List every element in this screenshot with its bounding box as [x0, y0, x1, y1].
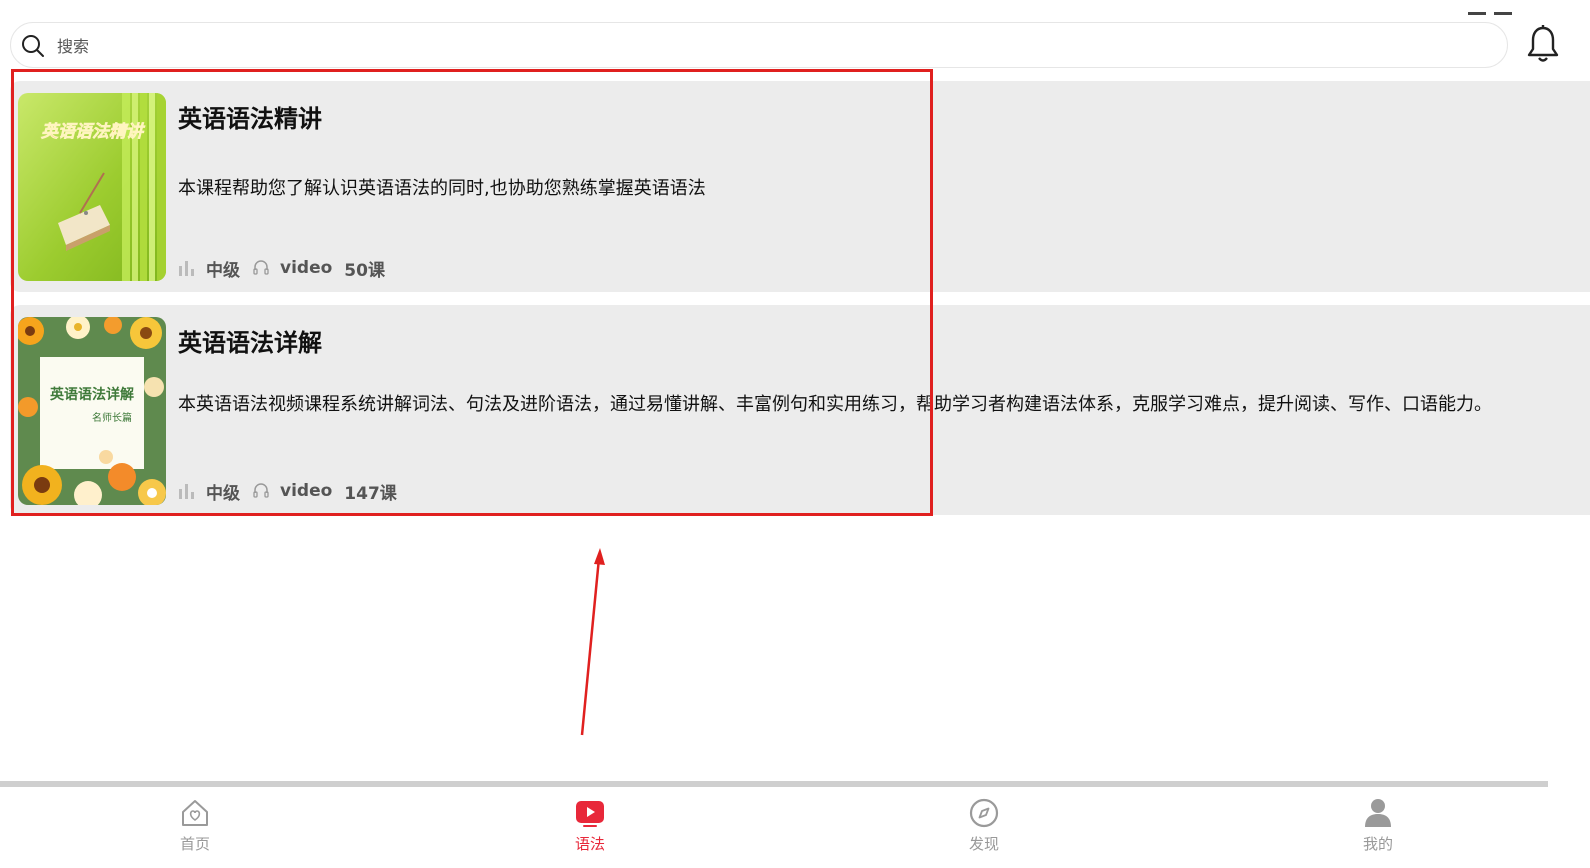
course-description: 本英语语法视频课程系统讲解词法、句法及进阶语法，通过易懂讲解、丰富例句和实用练习…: [178, 394, 1492, 415]
course-level: 中级: [206, 483, 240, 504]
compass-icon: [969, 798, 999, 828]
lesson-count: 147课: [344, 483, 397, 504]
svg-text:英语语法精讲: 英语语法精讲: [40, 122, 146, 142]
course-level: 中级: [206, 260, 240, 281]
tab-label: 我的: [1362, 835, 1393, 853]
course-type: video: [280, 258, 333, 278]
headphones-icon: [253, 483, 269, 498]
lesson-count: 50课: [344, 260, 385, 281]
search-icon: [22, 35, 44, 57]
level-bars-icon: [179, 484, 194, 499]
course-cover: 英语语法精讲: [18, 93, 166, 281]
top-bar: [0, 0, 1590, 80]
course-cover: 英语语法详解 名师长篇: [18, 317, 166, 505]
tab-label: 发现: [968, 835, 999, 853]
course-title: 英语语法精讲: [178, 105, 322, 133]
user-icon: [1365, 799, 1391, 827]
search-input[interactable]: [55, 29, 1459, 63]
status-bar-fragment: [1468, 0, 1538, 15]
svg-text:英语语法详解: 英语语法详解: [49, 386, 134, 403]
headphones-icon: [253, 260, 269, 275]
svg-text:名师长篇: 名师长篇: [92, 411, 132, 424]
course-description: 本课程帮助您了解认识英语语法的同时,也协助您熟练掌握英语语法: [178, 178, 706, 199]
annotation-arrow: [580, 548, 605, 736]
course-card[interactable]: 英语语法精讲 英语语法精讲 本课程帮助您了解认识英语语法的同时,也协助您熟练掌握…: [10, 81, 1590, 292]
tab-label: 语法: [574, 835, 605, 853]
course-card[interactable]: 英语语法详解 名师长篇 英语语法详解 本英语语法视频课程系统讲解词法、句法及进阶…: [10, 305, 1590, 515]
tab-label: 首页: [179, 835, 210, 853]
tab-discover[interactable]: 发现: [924, 787, 1044, 868]
course-meta: 中级 video 147课: [178, 479, 409, 504]
course-type: video: [280, 481, 333, 501]
course-meta: 中级 video 50课: [178, 256, 397, 281]
home-icon: [182, 800, 208, 826]
tab-home[interactable]: 首页: [135, 787, 255, 868]
tab-grammar[interactable]: 语法: [530, 787, 650, 868]
course-title: 英语语法详解: [178, 329, 322, 357]
bottom-tab-bar: 首页 语法 发现 我的: [0, 787, 1590, 868]
search-bar[interactable]: [10, 22, 1508, 68]
level-bars-icon: [179, 261, 194, 276]
tab-me[interactable]: 我的: [1318, 787, 1438, 868]
bell-icon[interactable]: [1524, 24, 1562, 64]
play-icon: [576, 801, 604, 827]
